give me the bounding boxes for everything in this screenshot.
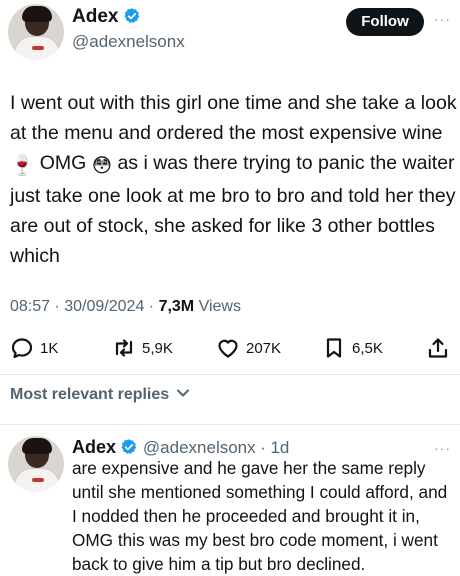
like-button[interactable]: 207K bbox=[216, 336, 281, 360]
reply-header: Adex @adexnelsonx · 1d bbox=[72, 437, 289, 458]
reply-count: 1K bbox=[40, 339, 59, 357]
bookmark-count: 6,5K bbox=[352, 339, 383, 357]
verified-badge-icon bbox=[124, 8, 140, 23]
flushed-face-emoji: 😳 bbox=[91, 155, 113, 177]
verified-badge-icon bbox=[121, 439, 137, 454]
author-handle[interactable]: @adexnelsonx bbox=[72, 32, 185, 52]
share-icon bbox=[428, 338, 448, 358]
reply-age[interactable]: · 1d bbox=[260, 438, 289, 457]
repost-icon bbox=[115, 339, 133, 357]
reply-button[interactable]: 1K bbox=[10, 336, 58, 360]
author-name-row[interactable]: Adex bbox=[72, 6, 141, 28]
wine-glass-emoji: 🍷 bbox=[10, 155, 35, 177]
tweet-text-part1: I went out with this girl one time and s… bbox=[10, 92, 457, 144]
view-count: 7,3M bbox=[158, 298, 195, 315]
tweet-text: I went out with this girl one time and s… bbox=[10, 88, 458, 271]
chevron-down-icon bbox=[176, 389, 189, 397]
tweet-action-bar: 1K 5,9K 207K 6,5K bbox=[0, 336, 460, 362]
divider bbox=[0, 424, 460, 425]
bookmark-button[interactable]: 6,5K bbox=[322, 336, 383, 360]
heart-icon bbox=[218, 339, 238, 358]
reply-more-options-icon[interactable]: ··· bbox=[434, 440, 451, 456]
sort-replies-label: Most relevant replies bbox=[10, 386, 170, 403]
bookmark-icon bbox=[326, 338, 342, 358]
author-name[interactable]: Adex bbox=[72, 6, 118, 27]
like-count: 207K bbox=[246, 339, 282, 357]
repost-button[interactable]: 5,9K bbox=[112, 336, 173, 360]
divider bbox=[0, 374, 460, 375]
repost-count: 5,9K bbox=[142, 339, 173, 357]
tweet-timestamp[interactable]: 08:57 · 30/09/2024 · bbox=[10, 298, 159, 315]
follow-button[interactable]: Follow bbox=[346, 8, 424, 36]
share-button[interactable] bbox=[426, 336, 450, 360]
tweet-text-part2: OMG bbox=[34, 152, 92, 174]
reply-author-name[interactable]: Adex bbox=[72, 437, 116, 457]
sort-replies-dropdown[interactable]: Most relevant replies bbox=[10, 386, 190, 404]
reply-author-avatar[interactable] bbox=[8, 436, 64, 492]
reply-text: are expensive and he gave her the same r… bbox=[72, 458, 448, 574]
author-avatar[interactable] bbox=[8, 4, 64, 60]
reply-icon bbox=[11, 338, 33, 359]
reply-author-handle[interactable]: @adexnelsonx bbox=[143, 438, 256, 457]
tweet-meta: 08:57 · 30/09/2024 · 7,3M Views bbox=[10, 298, 241, 316]
views-label: Views bbox=[194, 298, 241, 315]
more-options-icon[interactable]: ··· bbox=[434, 11, 451, 27]
